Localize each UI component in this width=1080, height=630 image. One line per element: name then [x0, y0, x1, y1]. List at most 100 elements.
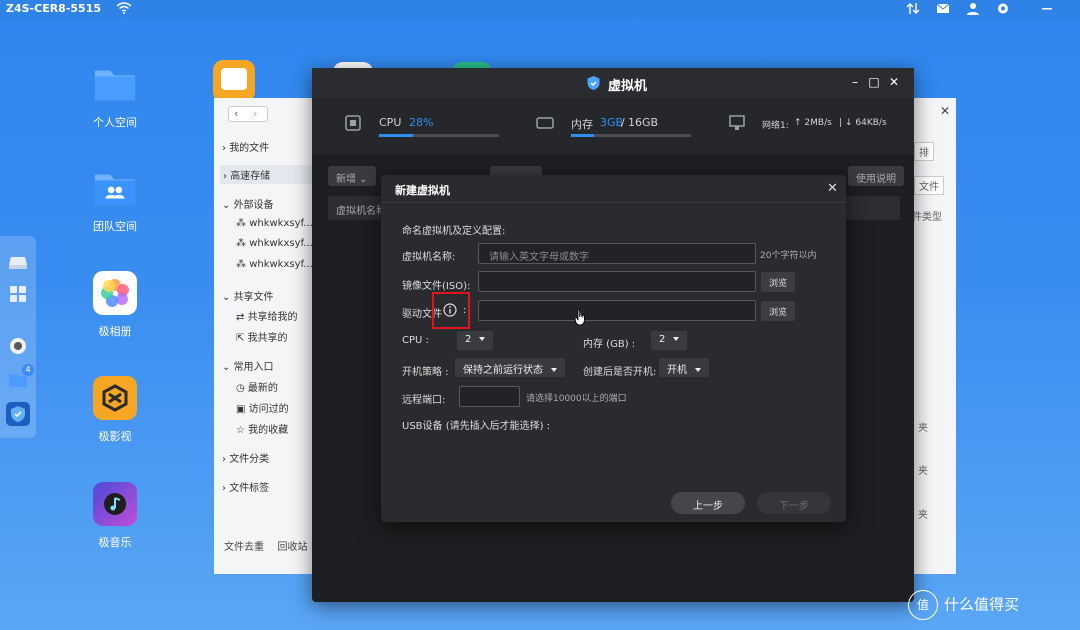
close-icon[interactable]: ✕	[940, 104, 950, 118]
close-icon[interactable]: ✕	[827, 182, 838, 195]
settings-gear-icon[interactable]	[996, 2, 1010, 15]
recycle-bin-button[interactable]: 回收站	[278, 542, 308, 553]
autostart-select[interactable]: 开机	[659, 358, 709, 377]
sidebar-item-favorites[interactable]: ☆ 我的收藏	[236, 421, 288, 436]
new-vm-dropdown[interactable]: 新增 ⌄	[328, 166, 376, 186]
network-upload: ↑ 2MB/s	[794, 118, 832, 128]
transfer-icon[interactable]	[906, 2, 920, 15]
watermark: 值什么值得买	[908, 590, 1019, 620]
cpu-value: 28%	[409, 116, 434, 129]
dock-active-vm[interactable]	[6, 402, 30, 426]
memory-select[interactable]: 2	[651, 331, 688, 350]
dialog-title: 新建虚拟机	[395, 184, 450, 197]
memory-progress-fill	[571, 134, 594, 137]
sidebar-item-common-entry[interactable]: ⌄ 常用入口	[222, 358, 274, 373]
vm-titlebar: 虚拟机 – □ ✕	[312, 68, 914, 98]
memory-progress-bar	[571, 134, 691, 137]
sidebar-item-device[interactable]: ⁂ whkwkxsyf...	[236, 238, 313, 249]
prev-step-button[interactable]: 上一步	[671, 492, 745, 514]
cpu-progress-bar	[379, 134, 499, 137]
close-icon[interactable]: ✕	[888, 76, 900, 88]
column-vm-name: 虚拟机名称	[336, 206, 386, 217]
app-icon-partial[interactable]	[213, 60, 255, 102]
user-icon[interactable]	[966, 2, 980, 15]
system-top-bar: Z4S-CER8-5515	[0, 0, 1080, 18]
iso-browse-button[interactable]: 浏览	[761, 272, 795, 292]
photos-icon	[93, 271, 137, 315]
network-label: 网络1:	[762, 121, 789, 131]
desktop-icon-team-space[interactable]: 团队空间	[75, 166, 155, 234]
desktop-icon-music[interactable]: 极音乐	[75, 482, 155, 550]
iso-file-input[interactable]	[478, 271, 756, 292]
vm-name-input[interactable]: 请输入英文字母或数字	[478, 243, 756, 264]
file-type-cell: 夹	[918, 423, 928, 434]
desktop-icon-label: 极音乐	[98, 536, 132, 549]
boot-policy-label: 开机策略 :	[402, 367, 449, 378]
chevron-down-icon	[479, 337, 486, 341]
sidebar-item-recent[interactable]: ◷ 最新的	[236, 379, 278, 394]
sidebar-item-my-files[interactable]: › 我的文件	[222, 139, 269, 154]
drive-icon[interactable]	[8, 252, 28, 272]
music-icon	[93, 482, 137, 526]
remote-port-label: 远程端口:	[402, 395, 446, 406]
desktop-icon-personal-space[interactable]: 个人空间	[75, 62, 155, 130]
iso-label: 镜像文件(ISO):	[402, 281, 471, 292]
file-type-cell: 夹	[918, 466, 928, 477]
highlight-box	[432, 292, 470, 329]
file-manager-sidebar: ‹ › › 我的文件 › 高速存储 ⌄ 外部设备 ⁂ whkwkxsyf... …	[214, 98, 318, 574]
desktop-icon-label: 团队空间	[93, 220, 137, 233]
vm-shield-icon	[587, 76, 600, 90]
driver-file-input[interactable]	[478, 300, 756, 321]
sidebar-item-external[interactable]: ⌄ 外部设备	[222, 196, 274, 211]
sidebar-item-my-shared[interactable]: ⇱ 我共享的	[236, 329, 288, 344]
minimize-icon[interactable]: –	[849, 76, 861, 88]
wifi-icon[interactable]	[116, 1, 132, 15]
dedupe-button[interactable]: 文件去重	[224, 542, 264, 553]
boot-policy-select[interactable]: 保持之前运行状态	[455, 358, 565, 377]
memory-separator: /	[621, 116, 625, 129]
sidebar-item-fast-storage[interactable]: › 高速存储	[220, 165, 314, 184]
desktop-icon-photos[interactable]: 极相册	[75, 271, 155, 339]
vm-shield-icon	[11, 406, 25, 422]
sort-dropdown[interactable]: 排	[914, 142, 934, 161]
back-arrow-icon[interactable]: ‹	[234, 107, 238, 120]
sidebar-item-shared-files[interactable]: ⌄ 共享文件	[222, 288, 274, 303]
sidebar-item-device[interactable]: ⁂ whkwkxsyf...	[236, 218, 313, 229]
watermark-text: 什么值得买	[944, 595, 1020, 614]
device-name[interactable]: Z4S-CER8-5515	[6, 2, 101, 15]
next-step-button[interactable]: 下一步	[757, 492, 831, 514]
cpu-select[interactable]: 2	[457, 331, 494, 350]
vm-name-hint: 20个字符以内	[760, 251, 817, 261]
cpu-icon	[345, 115, 361, 131]
desktop-icon-video[interactable]: 极影视	[75, 376, 155, 444]
vm-resource-stats: CPU 28% 内存 3GB / 16GB 网络1: ↑ 2MB/s | ↓ 6…	[312, 98, 914, 154]
file-manager-right-partial: ✕ 排 文件 件类型 夹 夹 夹	[912, 98, 956, 574]
network-icon	[729, 115, 745, 130]
memory-label: 内存	[571, 118, 593, 131]
nav-back-forward[interactable]: ‹ ›	[228, 106, 268, 122]
memory-icon	[536, 117, 554, 129]
driver-browse-button[interactable]: 浏览	[761, 301, 795, 321]
desktop-icon-label: 个人空间	[93, 116, 137, 129]
message-icon[interactable]	[936, 2, 950, 15]
remote-port-input[interactable]	[459, 386, 520, 407]
desktop-icon-label: 极影视	[98, 430, 132, 443]
team-folder-icon	[93, 166, 137, 210]
notification-badge: 4	[22, 364, 34, 376]
sidebar-item-device[interactable]: ⁂ whkwkxsyf...	[236, 259, 313, 270]
new-file-button[interactable]: 文件	[914, 176, 944, 195]
control-icon[interactable]	[8, 336, 28, 356]
chevron-down-icon	[695, 368, 701, 372]
maximize-icon[interactable]: □	[868, 76, 880, 88]
sidebar-item-file-category[interactable]: › 文件分类	[222, 450, 269, 465]
sidebar-item-shared-to-me[interactable]: ⇄ 共享给我的	[236, 308, 298, 323]
memory-used: 3GB	[600, 116, 624, 129]
minimize-all-icon[interactable]	[1040, 2, 1054, 15]
sidebar-item-visited[interactable]: ▣ 访问过的	[236, 400, 289, 415]
sidebar-item-file-tags[interactable]: › 文件标签	[222, 479, 269, 494]
apps-grid-icon[interactable]	[8, 284, 28, 304]
memory-field-label: 内存 (GB) :	[583, 339, 636, 350]
remote-port-hint: 请选择10000以上的端口	[526, 394, 627, 404]
forward-arrow-icon[interactable]: ›	[253, 107, 257, 120]
help-button[interactable]: 使用说明	[848, 166, 904, 186]
